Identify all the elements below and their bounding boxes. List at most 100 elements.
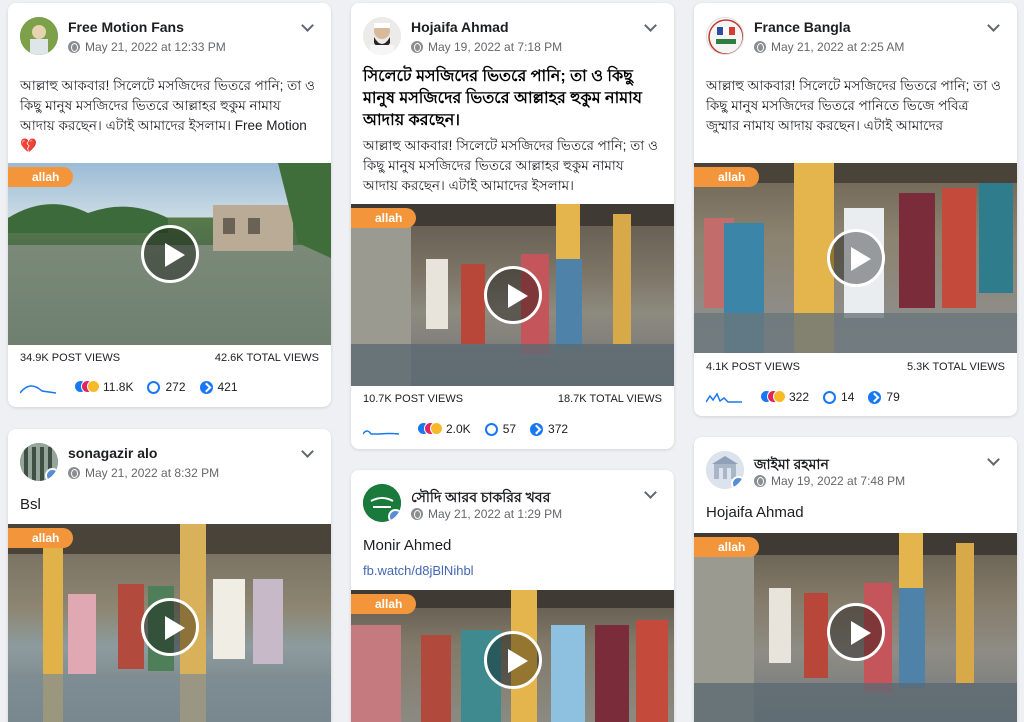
chevron-down-icon[interactable] [642, 486, 660, 504]
video-tag: allah [8, 167, 74, 187]
post-meta: May 21, 2022 at 12:33 PM [68, 40, 226, 54]
post-meta: May 19, 2022 at 7:48 PM [754, 474, 905, 488]
page-name[interactable]: Free Motion Fans [68, 19, 184, 35]
sparkline-icon [363, 430, 399, 435]
page-name[interactable]: France Bangla [754, 19, 850, 35]
video-thumbnail[interactable]: allah [694, 163, 1017, 353]
share-icon [868, 390, 882, 404]
engagement-bar: 11.8K 272 421 [20, 378, 319, 396]
reactions[interactable]: 322 [760, 390, 809, 404]
avatar[interactable] [706, 17, 744, 55]
reactions-icon [417, 422, 443, 436]
avatar[interactable] [20, 443, 58, 481]
video-thumbnail[interactable]: allah [694, 533, 1017, 722]
comment-icon [823, 390, 837, 404]
shares-count: 79 [886, 390, 900, 404]
page-name[interactable]: sonagazir alo [68, 445, 157, 461]
play-button[interactable] [826, 229, 885, 287]
post-date[interactable]: May 21, 2022 at 8:32 PM [85, 466, 219, 480]
globe-icon [411, 508, 423, 520]
chevron-down-icon[interactable] [985, 19, 1003, 37]
globe-icon [68, 41, 80, 53]
comments[interactable]: 272 [147, 380, 186, 394]
post-link[interactable]: fb.watch/d8jBlNihbl [363, 563, 474, 578]
avatar[interactable] [363, 17, 401, 55]
post-card: সৌদি আরব চাকরির খবর May 21, 2022 at 1:29… [351, 470, 674, 722]
video-tag: allah [351, 594, 417, 614]
view-stats: 10.7K POST VIEWS 18.7K TOTAL VIEWS [363, 393, 662, 405]
post-meta: May 19, 2022 at 7:18 PM [411, 40, 562, 54]
chevron-down-icon[interactable] [642, 19, 660, 37]
post-headline: সিলেটে মসজিদের ভিতরে পানি; তা ও কিছু মান… [363, 68, 642, 129]
play-button[interactable] [483, 631, 542, 689]
comments-count: 272 [165, 380, 186, 394]
comments[interactable]: 57 [484, 422, 517, 436]
video-tag: allah [8, 528, 74, 548]
share-icon [530, 422, 544, 436]
post-views: 10.7K POST VIEWS [363, 393, 464, 405]
chevron-down-icon[interactable] [299, 19, 317, 37]
post-card: Free Motion Fans May 21, 2022 at 12:33 P… [8, 3, 331, 407]
post-card: Hojaifa Ahmad May 19, 2022 at 7:18 PM সি… [351, 3, 674, 449]
video-thumbnail[interactable]: allah [351, 590, 674, 722]
post-date[interactable]: May 19, 2022 at 7:18 PM [428, 40, 562, 54]
video-tag: allah [694, 537, 760, 557]
post-text: আল্লাহু আকবার! সিলেটে মসজিদের ভিতরে পানি… [363, 138, 658, 193]
post-text: Bsl [20, 496, 41, 513]
globe-icon [411, 41, 423, 53]
page-badge-icon [388, 509, 401, 522]
play-button[interactable] [140, 225, 199, 283]
video-thumbnail[interactable]: allah [8, 163, 331, 345]
post-header: France Bangla May 21, 2022 at 2:25 AM [706, 17, 1005, 61]
chevron-down-icon[interactable] [299, 445, 317, 463]
video-thumbnail[interactable]: allah [351, 204, 674, 386]
page-name[interactable]: Hojaifa Ahmad [411, 19, 509, 35]
comments[interactable]: 14 [823, 390, 854, 404]
view-stats: 4.1K POST VIEWS 5.3K TOTAL VIEWS [706, 361, 1005, 373]
post-date[interactable]: May 21, 2022 at 1:29 PM [428, 507, 562, 521]
globe-icon [754, 41, 766, 53]
shares[interactable]: 79 [868, 390, 900, 404]
post-date[interactable]: May 19, 2022 at 7:48 PM [771, 474, 905, 488]
play-button[interactable] [483, 266, 542, 324]
shares-count: 421 [217, 380, 238, 394]
post-date[interactable]: May 21, 2022 at 12:33 PM [85, 40, 226, 54]
reactions[interactable]: 11.8K [74, 380, 133, 394]
post-meta: May 21, 2022 at 8:32 PM [68, 466, 219, 480]
sparkline-icon [20, 385, 56, 394]
reactions[interactable]: 2.0K [417, 422, 471, 436]
post-card: জাইমা রহমান May 19, 2022 at 7:48 PM Hoja… [694, 437, 1017, 722]
total-views: 5.3K TOTAL VIEWS [906, 361, 1005, 373]
video-thumbnail[interactable]: allah [8, 524, 331, 722]
engagement-bar: 2.0K 57 372 [363, 420, 662, 438]
chevron-down-icon[interactable] [985, 453, 1003, 471]
avatar[interactable] [20, 17, 58, 55]
comment-icon [484, 422, 498, 436]
shares[interactable]: 372 [530, 422, 568, 436]
post-card: France Bangla May 21, 2022 at 2:25 AM আল… [694, 3, 1017, 416]
post-date[interactable]: May 21, 2022 at 2:25 AM [771, 40, 904, 54]
post-text: আল্লাহু আকবার! সিলেটে মসজিদের ভিতরে পানি… [20, 78, 315, 153]
comments-count: 14 [841, 390, 855, 404]
post-card: sonagazir alo May 21, 2022 at 8:32 PM Bs… [8, 429, 331, 722]
page-badge-icon [731, 476, 744, 489]
avatar[interactable] [363, 484, 401, 522]
post-views: 34.9K POST VIEWS [20, 352, 121, 364]
shares[interactable]: 421 [199, 380, 238, 394]
engagement-bar: 322 14 79 [706, 388, 1005, 406]
post-text: Monir Ahmed [363, 537, 452, 554]
reactions-icon [74, 380, 100, 394]
comments-count: 57 [502, 422, 517, 436]
post-text: Hojaifa Ahmad [706, 504, 804, 521]
play-button[interactable] [140, 597, 199, 656]
sparkline-icon [706, 392, 742, 403]
reactions-count: 11.8K [103, 380, 134, 394]
post-header: জাইমা রহমান May 19, 2022 at 7:48 PM [706, 451, 1005, 495]
play-button[interactable] [826, 602, 885, 661]
avatar[interactable] [706, 451, 744, 489]
total-views: 18.7K TOTAL VIEWS [557, 393, 662, 405]
post-views: 4.1K POST VIEWS [706, 361, 800, 373]
post-header: sonagazir alo May 21, 2022 at 8:32 PM [20, 443, 319, 487]
page-badge-icon [45, 468, 58, 481]
post-meta: May 21, 2022 at 2:25 AM [754, 40, 904, 54]
